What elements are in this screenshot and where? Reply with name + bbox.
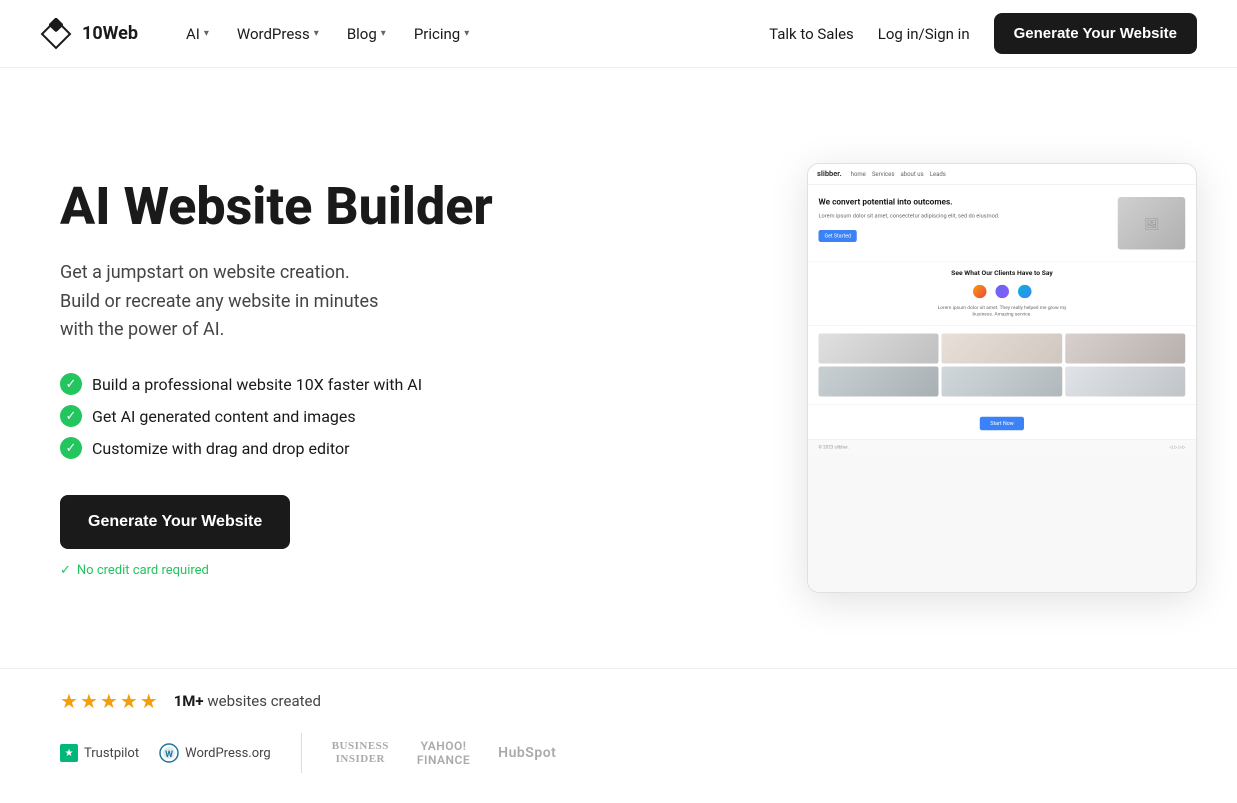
websites-created: 1M+ websites created [174, 692, 321, 710]
gallery-item-2 [942, 334, 1062, 364]
check-icon-small: ✓ [60, 563, 71, 578]
check-icon: ✓ [60, 373, 82, 395]
preview-hero-section: We convert potential into outcomes. Lore… [808, 185, 1196, 262]
preview-h1: We convert potential into outcomes. [819, 197, 1111, 208]
gallery-item-4 [819, 367, 939, 397]
trustpilot-logo: ★ [60, 744, 78, 762]
check-icon: ✓ [60, 405, 82, 427]
hero-cta-area: Generate Your Website ✓ No credit card r… [60, 495, 493, 578]
trustpilot-badge[interactable]: ★ Trustpilot [60, 744, 139, 762]
check-icon: ✓ [60, 437, 82, 459]
chevron-down-icon: ▾ [464, 28, 469, 39]
chevron-down-icon: ▾ [314, 28, 319, 39]
preview-testimonial-text: Lorem ipsum dolor sit amet. They really … [819, 304, 1186, 318]
gallery-item-6 [1065, 367, 1185, 397]
hero-left: AI Website Builder Get a jumpstart on we… [60, 178, 493, 579]
brand-name: 10Web [82, 23, 138, 44]
nav-links: AI ▾ WordPress ▾ Blog ▾ Pricing ▾ [174, 17, 481, 51]
preview-nav-links: home Services about us Leads [851, 171, 946, 178]
preview-cta-section: Start Now [808, 404, 1196, 439]
preview-footer-nav: ◁ ▷ ▷▷ [1169, 445, 1185, 450]
nav-item-blog[interactable]: Blog ▾ [335, 17, 398, 51]
logo-icon [40, 18, 72, 50]
avatar-3 [1016, 283, 1033, 300]
gallery-item-3 [1065, 334, 1185, 364]
business-insider-logo: BUSINESSINSIDER [332, 740, 389, 766]
hero-subtitle: Get a jumpstart on website creation. Bui… [60, 259, 493, 345]
hero-right: slibber. home Services about us Leads We… [493, 163, 1197, 593]
rating-row: ★ ★ ★ ★ ★ 1M+ websites created [60, 689, 1177, 713]
star-half: ★ [140, 689, 158, 713]
gallery-item-1 [819, 334, 939, 364]
wordpress-badge[interactable]: W WordPress.org [159, 743, 271, 763]
nav-cta-button[interactable]: Generate Your Website [994, 13, 1197, 54]
trust-row: ★ Trustpilot W WordPress.org BUSINESSINS… [60, 733, 1177, 773]
feature-item-2: ✓ Get AI generated content and images [60, 405, 493, 427]
preview-inner: slibber. home Services about us Leads We… [808, 164, 1196, 592]
hero-section: AI Website Builder Get a jumpstart on we… [0, 68, 1237, 668]
features-list: ✓ Build a professional website 10X faste… [60, 373, 493, 459]
feature-item-1: ✓ Build a professional website 10X faste… [60, 373, 493, 395]
navigation: 10Web AI ▾ WordPress ▾ Blog ▾ Pricing ▾ … [0, 0, 1237, 68]
preview-avatars [819, 283, 1186, 300]
trustpilot-label: Trustpilot [84, 746, 139, 761]
chevron-down-icon: ▾ [204, 28, 209, 39]
wordpress-label: WordPress.org [185, 746, 271, 761]
preview-start-btn: Start Now [980, 417, 1024, 431]
chevron-down-icon: ▾ [381, 28, 386, 39]
preview-hero-text: We convert potential into outcomes. Lore… [819, 197, 1111, 242]
nav-item-pricing[interactable]: Pricing ▾ [402, 17, 481, 51]
preview-gallery [808, 326, 1196, 404]
website-preview: slibber. home Services about us Leads We… [807, 163, 1197, 593]
nav-item-ai[interactable]: AI ▾ [174, 17, 221, 51]
preview-footer-text: © 2023 slibber. [819, 445, 849, 450]
logo[interactable]: 10Web [40, 18, 138, 50]
gallery-item-5 [942, 367, 1062, 397]
nav-left: 10Web AI ▾ WordPress ▾ Blog ▾ Pricing ▾ [40, 17, 481, 51]
nav-item-wordpress[interactable]: WordPress ▾ [225, 17, 331, 51]
wordpress-logo-icon: W [159, 743, 179, 763]
preview-cta-btn: Get Started [819, 230, 857, 242]
avatar-2 [994, 283, 1011, 300]
preview-p: Lorem ipsum dolor sit amet, consectetur … [819, 212, 1111, 220]
trust-badges: ★ Trustpilot W WordPress.org [60, 743, 271, 763]
preview-hero-image: 🖼 [1118, 197, 1186, 250]
image-placeholder-icon: 🖼 [1144, 216, 1159, 230]
preview-footer: © 2023 slibber. ◁ ▷ ▷▷ [808, 439, 1196, 454]
preview-testimonials: See What Our Clients Have to Say Lorem i… [808, 262, 1196, 326]
preview-nav: slibber. home Services about us Leads [808, 164, 1196, 185]
talk-to-sales-link[interactable]: Talk to Sales [769, 25, 854, 43]
star-rating: ★ ★ ★ ★ ★ [60, 689, 158, 713]
star-2: ★ [80, 689, 98, 713]
yahoo-finance-logo: YAHOO!FINANCE [417, 739, 470, 768]
preview-logo: slibber. [817, 170, 842, 178]
bottom-strip: ★ ★ ★ ★ ★ 1M+ websites created ★ Trustpi… [0, 668, 1237, 803]
star-4: ★ [120, 689, 138, 713]
hero-cta-button[interactable]: Generate Your Website [60, 495, 290, 549]
login-link[interactable]: Log in/Sign in [878, 25, 970, 43]
preview-section-title: See What Our Clients Have to Say [819, 270, 1186, 278]
svg-text:W: W [165, 750, 173, 760]
star-1: ★ [60, 689, 78, 713]
press-logos: BUSINESSINSIDER YAHOO!FINANCE HubSpot [332, 739, 557, 768]
nav-right: Talk to Sales Log in/Sign in Generate Yo… [769, 13, 1197, 54]
hero-title: AI Website Builder [60, 178, 493, 235]
star-3: ★ [100, 689, 118, 713]
feature-item-3: ✓ Customize with drag and drop editor [60, 437, 493, 459]
no-credit-notice: ✓ No credit card required [60, 563, 493, 578]
vertical-divider [301, 733, 302, 773]
hubspot-logo: HubSpot [498, 745, 556, 761]
avatar-1 [971, 283, 988, 300]
